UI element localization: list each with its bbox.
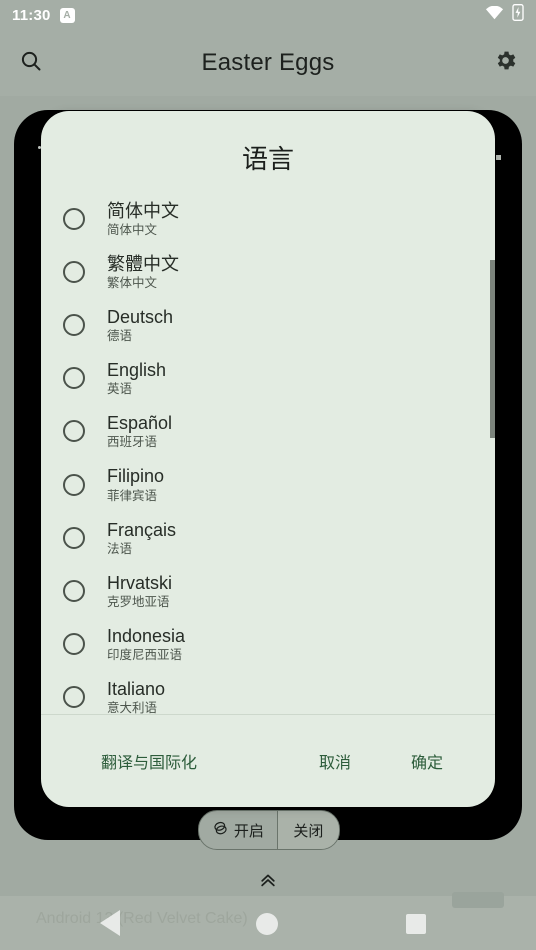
language-name-translated: 印度尼西亚语 xyxy=(107,648,183,663)
confirm-button[interactable]: 确定 xyxy=(405,741,449,781)
language-name: Filipino xyxy=(107,466,165,487)
status-bar: 11:30 A xyxy=(0,0,536,30)
radio-button-icon[interactable] xyxy=(63,367,85,390)
phone-screen: 开启 关闭 语言 简体中文 简体中文 繁體中文 繁体中文 Deutsch 德语 Englis… xyxy=(0,0,536,950)
radio-button-icon[interactable] xyxy=(63,473,85,496)
radio-button-icon[interactable] xyxy=(63,207,85,230)
status-bar-left: 11:30 A xyxy=(12,7,75,24)
radio-button-icon[interactable] xyxy=(63,686,85,709)
language-name-translated: 繁体中文 xyxy=(107,275,158,290)
language-name: 繁體中文 xyxy=(107,253,179,274)
wifi-icon xyxy=(485,5,504,25)
page-title: Easter Eggs xyxy=(201,49,335,76)
language-labels: Filipino 菲律宾语 xyxy=(107,466,164,502)
radio-button-icon[interactable] xyxy=(63,526,85,549)
language-name: English xyxy=(107,360,167,381)
language-name: Indonesia xyxy=(107,626,186,647)
language-row[interactable]: 繁體中文 繁体中文 xyxy=(41,245,495,298)
language-row[interactable]: Italiano 意大利语 xyxy=(41,671,495,715)
status-bar-right xyxy=(485,3,524,26)
language-labels: Deutsch 德语 xyxy=(107,307,173,343)
os-version-caption: Android 13 (Red Velvet Cake) xyxy=(36,910,248,927)
language-labels: Français 法语 xyxy=(107,520,176,556)
language-labels: 繁體中文 繁体中文 xyxy=(107,254,179,290)
language-name-translated: 德语 xyxy=(107,329,133,344)
language-row[interactable]: Español 西班牙语 xyxy=(41,405,495,458)
dialog-title: 语言 xyxy=(241,144,294,174)
radio-button-icon[interactable] xyxy=(63,420,85,443)
language-dialog: 语言 简体中文 简体中文 繁體中文 繁体中文 Deutsch 德语 English 英语 Esp… xyxy=(41,111,495,807)
status-clock: 11:30 xyxy=(12,6,51,24)
language-labels: Español 西班牙语 xyxy=(107,413,172,449)
language-row[interactable]: Hrvatski 克罗地亚语 xyxy=(41,564,495,617)
radio-button-icon[interactable] xyxy=(63,313,85,336)
nav-pill xyxy=(452,892,504,908)
search-icon xyxy=(19,49,43,78)
app-toolbar: Easter Eggs xyxy=(0,30,536,96)
language-labels: Hrvatski 克罗地亚语 xyxy=(107,573,172,609)
recents-square-icon[interactable] xyxy=(406,914,426,934)
language-name-translated: 克罗地亚语 xyxy=(107,594,170,609)
back-triangle-icon[interactable] xyxy=(100,910,120,936)
language-row[interactable]: Indonesia 印度尼西亚语 xyxy=(41,618,495,671)
radio-button-icon[interactable] xyxy=(63,633,85,656)
language-name: Español xyxy=(107,413,173,434)
language-name-translated: 法语 xyxy=(107,541,133,556)
language-name: Français xyxy=(107,519,177,540)
app-badge-icon: A xyxy=(59,7,75,23)
list-scrollbar[interactable] xyxy=(490,260,495,438)
battery-charging-icon xyxy=(512,3,524,26)
language-row[interactable]: Filipino 菲律宾语 xyxy=(41,458,495,511)
dialog-actions: 翻译与国际化 取消 确定 xyxy=(41,715,495,807)
language-name-translated: 西班牙语 xyxy=(107,435,158,450)
gear-icon xyxy=(493,48,518,78)
language-name-translated: 意大利语 xyxy=(107,701,158,715)
language-name-translated: 简体中文 xyxy=(107,222,158,237)
language-row[interactable]: 简体中文 简体中文 xyxy=(41,192,495,245)
search-button[interactable] xyxy=(0,30,62,96)
language-name-translated: 英语 xyxy=(107,382,133,397)
language-row[interactable]: English 英语 xyxy=(41,352,495,405)
radio-button-icon[interactable] xyxy=(63,579,85,602)
language-name: Deutsch xyxy=(107,306,174,327)
radio-button-icon[interactable] xyxy=(63,260,85,283)
home-circle-icon[interactable] xyxy=(256,913,278,935)
language-name: Italiano xyxy=(107,679,166,700)
translate-i18n-button[interactable]: 翻译与国际化 xyxy=(95,741,203,781)
language-labels: Italiano 意大利语 xyxy=(107,679,166,715)
android-nav-bar: Android 13 (Red Velvet Cake) xyxy=(0,892,536,950)
language-row[interactable]: Deutsch 德语 xyxy=(41,298,495,351)
language-name: 简体中文 xyxy=(107,200,179,221)
language-labels: Indonesia 印度尼西亚语 xyxy=(107,626,185,662)
language-name: Hrvatski xyxy=(107,572,173,593)
language-row[interactable]: Français 法语 xyxy=(41,511,495,564)
cancel-button[interactable]: 取消 xyxy=(313,741,357,781)
language-labels: English 英语 xyxy=(107,360,166,396)
language-name-translated: 菲律宾语 xyxy=(107,488,158,503)
settings-button[interactable] xyxy=(474,30,536,96)
language-rows: 简体中文 简体中文 繁體中文 繁体中文 Deutsch 德语 English 英语 Españo… xyxy=(41,192,495,715)
language-labels: 简体中文 简体中文 xyxy=(107,201,179,237)
language-list[interactable]: 简体中文 简体中文 繁體中文 繁体中文 Deutsch 德语 English 英语 Españo… xyxy=(41,192,495,715)
